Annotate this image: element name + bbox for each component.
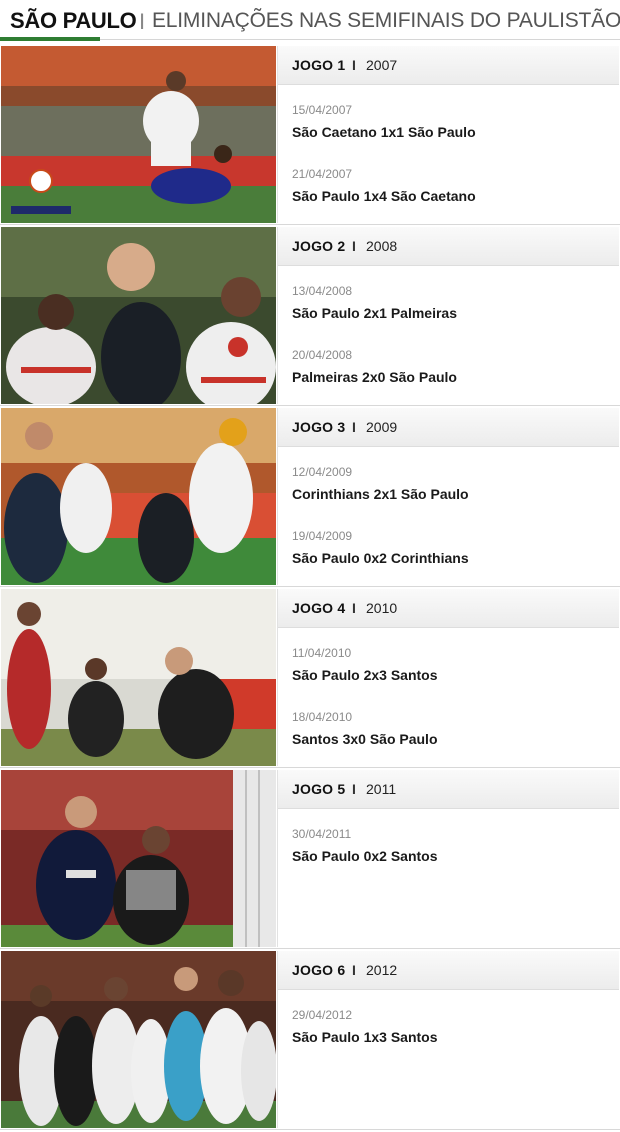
- game-label: JOGO 5: [292, 781, 346, 797]
- game-row: JOGO 6 I 2012 29/04/2012 São Paulo 1x3 S…: [0, 951, 620, 1130]
- game-row: JOGO 1 I 2007 15/04/2007 São Caetano 1x1…: [0, 46, 620, 225]
- page-title: ELIMINAÇÕES NAS SEMIFINAIS DO PAULISTÃO: [152, 9, 620, 32]
- match-result: Palmeiras 2x0 São Paulo: [292, 369, 457, 385]
- match-item: 12/04/2009 Corinthians 2x1 São Paulo: [292, 465, 469, 502]
- match-item: 11/04/2010 São Paulo 2x3 Santos: [292, 646, 438, 683]
- match-item: 15/04/2007 São Caetano 1x1 São Paulo: [292, 103, 476, 140]
- match-photo: [1, 408, 276, 585]
- match-photo: [1, 227, 276, 404]
- game-separator: I: [352, 962, 356, 978]
- match-result: São Paulo 1x3 Santos: [292, 1029, 438, 1045]
- match-result: São Paulo 2x1 Palmeiras: [292, 305, 457, 321]
- match-result: Santos 3x0 São Paulo: [292, 731, 438, 747]
- header-divider: [100, 39, 620, 40]
- game-info-panel: JOGO 6 I 2012 29/04/2012 São Paulo 1x3 S…: [277, 951, 619, 1128]
- game-label: JOGO 2: [292, 238, 346, 254]
- games-list: JOGO 1 I 2007 15/04/2007 São Caetano 1x1…: [0, 46, 620, 1132]
- game-year: 2010: [366, 600, 398, 616]
- match-date: 19/04/2009: [292, 529, 353, 543]
- game-separator: I: [352, 600, 356, 616]
- match-item: 30/04/2011 São Paulo 0x2 Santos: [292, 827, 438, 864]
- match-photo: [1, 951, 276, 1128]
- match-result: São Paulo 0x2 Santos: [292, 848, 438, 864]
- match-date: 18/04/2010: [292, 710, 353, 724]
- game-year: 2012: [366, 962, 398, 978]
- game-info-panel: JOGO 4 I 2010 11/04/2010 São Paulo 2x3 S…: [277, 589, 619, 766]
- game-row: JOGO 3 I 2009 12/04/2009 Corinthians 2x1…: [0, 408, 620, 587]
- match-result: Corinthians 2x1 São Paulo: [292, 486, 469, 502]
- game-year: 2007: [366, 57, 398, 73]
- match-date: 15/04/2007: [292, 103, 353, 117]
- page-header: SÃO PAULO I ELIMINAÇÕES NAS SEMIFINAIS D…: [0, 0, 620, 43]
- game-info-panel: JOGO 5 I 2011 30/04/2011 São Paulo 0x2 S…: [277, 770, 619, 947]
- header-separator: I: [139, 9, 146, 34]
- match-item: 20/04/2008 Palmeiras 2x0 São Paulo: [292, 348, 457, 385]
- game-header: JOGO 6 I 2012: [278, 951, 619, 990]
- game-separator: I: [352, 781, 356, 797]
- match-item: 21/04/2007 São Paulo 1x4 São Caetano: [292, 167, 476, 204]
- match-photo: [1, 770, 276, 947]
- game-separator: I: [352, 419, 356, 435]
- match-item: 19/04/2009 São Paulo 0x2 Corinthians: [292, 529, 469, 566]
- game-header: JOGO 1 I 2007: [278, 46, 619, 85]
- match-result: São Caetano 1x1 São Paulo: [292, 124, 476, 140]
- match-photo: [1, 46, 276, 223]
- game-row: JOGO 2 I 2008 13/04/2008 São Paulo 2x1 P…: [0, 227, 620, 406]
- game-info-panel: JOGO 2 I 2008 13/04/2008 São Paulo 2x1 P…: [277, 227, 619, 404]
- game-year: 2011: [366, 781, 397, 797]
- game-header: JOGO 5 I 2011: [278, 770, 619, 809]
- game-info-panel: JOGO 3 I 2009 12/04/2009 Corinthians 2x1…: [277, 408, 619, 585]
- game-label: JOGO 1: [292, 57, 346, 73]
- match-item: 18/04/2010 Santos 3x0 São Paulo: [292, 710, 438, 747]
- game-year: 2008: [366, 238, 398, 254]
- match-date: 29/04/2012: [292, 1008, 353, 1022]
- game-header: JOGO 4 I 2010: [278, 589, 619, 628]
- page-brand: SÃO PAULO: [10, 8, 137, 33]
- match-date: 20/04/2008: [292, 348, 353, 362]
- game-info-panel: JOGO 1 I 2007 15/04/2007 São Caetano 1x1…: [277, 46, 619, 223]
- match-result: São Paulo 2x3 Santos: [292, 667, 438, 683]
- game-row: JOGO 5 I 2011 30/04/2011 São Paulo 0x2 S…: [0, 770, 620, 949]
- match-date: 12/04/2009: [292, 465, 353, 479]
- match-photo: [1, 589, 276, 766]
- game-label: JOGO 6: [292, 962, 346, 978]
- match-result: São Paulo 1x4 São Caetano: [292, 188, 476, 204]
- match-date: 13/04/2008: [292, 284, 353, 298]
- match-item: 13/04/2008 São Paulo 2x1 Palmeiras: [292, 284, 457, 321]
- game-header: JOGO 2 I 2008: [278, 227, 619, 266]
- game-label: JOGO 3: [292, 419, 346, 435]
- match-item: 29/04/2012 São Paulo 1x3 Santos: [292, 1008, 438, 1045]
- match-result: São Paulo 0x2 Corinthians: [292, 550, 469, 566]
- game-year: 2009: [366, 419, 398, 435]
- match-date: 30/04/2011: [292, 827, 352, 841]
- game-row: JOGO 4 I 2010 11/04/2010 São Paulo 2x3 S…: [0, 589, 620, 768]
- game-label: JOGO 4: [292, 600, 346, 616]
- match-date: 21/04/2007: [292, 167, 353, 181]
- game-separator: I: [352, 238, 356, 254]
- header-accent-bar: [0, 37, 100, 41]
- game-header: JOGO 3 I 2009: [278, 408, 619, 447]
- match-date: 11/04/2010: [292, 646, 352, 660]
- game-separator: I: [352, 57, 356, 73]
